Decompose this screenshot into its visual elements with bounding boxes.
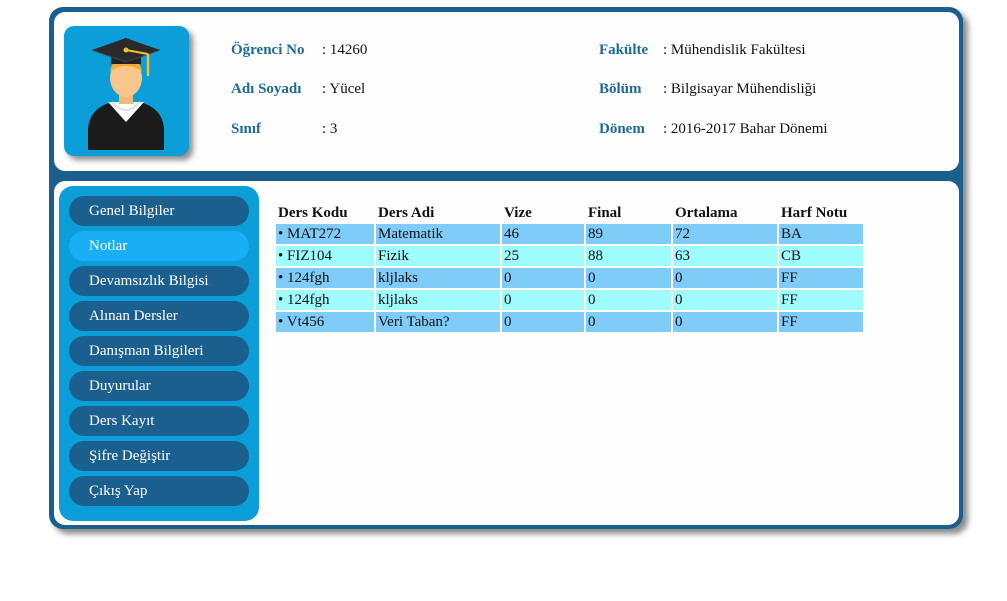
menu-item-general-info[interactable]: Genel Bilgiler [69, 196, 249, 226]
faculty-label: Fakülte [599, 42, 649, 58]
menu-item-announcements[interactable]: Duyurular [69, 371, 249, 401]
grades-header-row: Ders Kodu Ders Adi Vize Final Ortalama H… [276, 204, 863, 222]
cell-midterm: 0 [502, 268, 584, 288]
cell-average: 63 [673, 246, 777, 266]
cell-course-code: • 124fgh [276, 290, 374, 310]
header-letter-grade: Harf Notu [781, 204, 848, 221]
table-row: • Vt456 Veri Taban? 0 0 0 FF [276, 312, 863, 332]
cell-course-name: Matematik [376, 224, 500, 244]
grades-table: Ders Kodu Ders Adi Vize Final Ortalama H… [274, 202, 865, 334]
cell-course-name: Veri Taban? [376, 312, 500, 332]
cell-letter-grade: FF [779, 268, 863, 288]
menu-item-logout[interactable]: Çıkış Yap [69, 476, 249, 506]
cell-course-code: • MAT272 [276, 224, 374, 244]
cell-final: 0 [586, 268, 671, 288]
cell-letter-grade: BA [779, 224, 863, 244]
table-row: • 124fgh kljlaks 0 0 0 FF [276, 290, 863, 310]
menu-item-taken-courses[interactable]: Alınan Dersler [69, 301, 249, 331]
menu-item-course-registration[interactable]: Ders Kayıt [69, 406, 249, 436]
department-value: : Bilgisayar Mühendisliği [663, 81, 817, 97]
cell-letter-grade: FF [779, 312, 863, 332]
cell-midterm: 0 [502, 312, 584, 332]
table-row: • 124fgh kljlaks 0 0 0 FF [276, 268, 863, 288]
cell-final: 88 [586, 246, 671, 266]
student-info-panel [54, 12, 959, 171]
cell-midterm: 0 [502, 290, 584, 310]
cell-average: 72 [673, 224, 777, 244]
menu-item-attendance[interactable]: Devamsızlık Bilgisi [69, 266, 249, 296]
student-name-value: : Yücel [322, 81, 366, 97]
cell-final: 0 [586, 290, 671, 310]
cell-course-code: • FIZ104 [276, 246, 374, 266]
header-midterm: Vize [504, 204, 532, 221]
student-class-label: Sınıf [231, 121, 262, 137]
table-row: • MAT272 Matematik 46 89 72 BA [276, 224, 863, 244]
menu-item-grades[interactable]: Notlar [69, 231, 249, 261]
cell-course-code: • Vt456 [276, 312, 374, 332]
menu-item-advisor[interactable]: Danışman Bilgileri [69, 336, 249, 366]
term-value: : 2016-2017 Bahar Dönemi [663, 121, 828, 137]
cell-final: 89 [586, 224, 671, 244]
cell-average: 0 [673, 290, 777, 310]
cell-final: 0 [586, 312, 671, 332]
cell-course-name: Fizik [376, 246, 500, 266]
header-course-name: Ders Adi [378, 204, 435, 221]
term-label: Dönem [599, 121, 645, 137]
table-row: • FIZ104 Fizik 25 88 63 CB [276, 246, 863, 266]
student-no-value: : 14260 [322, 42, 368, 58]
cell-letter-grade: CB [779, 246, 863, 266]
avatar [64, 26, 189, 156]
student-no-label: Öğrenci No [231, 42, 305, 58]
student-name-label: Adı Soyadı [231, 81, 302, 97]
cell-midterm: 25 [502, 246, 584, 266]
cell-average: 0 [673, 268, 777, 288]
cell-letter-grade: FF [779, 290, 863, 310]
header-final: Final [588, 204, 622, 221]
cell-course-name: kljlaks [376, 290, 500, 310]
header-course-code: Ders Kodu [278, 204, 348, 221]
graduate-avatar-icon [88, 38, 164, 150]
student-class-value: : 3 [322, 121, 338, 137]
department-label: Bölüm [599, 81, 642, 97]
menu-item-change-password[interactable]: Şifre Değiştir [69, 441, 249, 471]
cell-course-name: kljlaks [376, 268, 500, 288]
cell-midterm: 46 [502, 224, 584, 244]
header-average: Ortalama [675, 204, 738, 221]
faculty-value: : Mühendislik Fakültesi [663, 42, 806, 58]
cell-average: 0 [673, 312, 777, 332]
cell-course-code: • 124fgh [276, 268, 374, 288]
